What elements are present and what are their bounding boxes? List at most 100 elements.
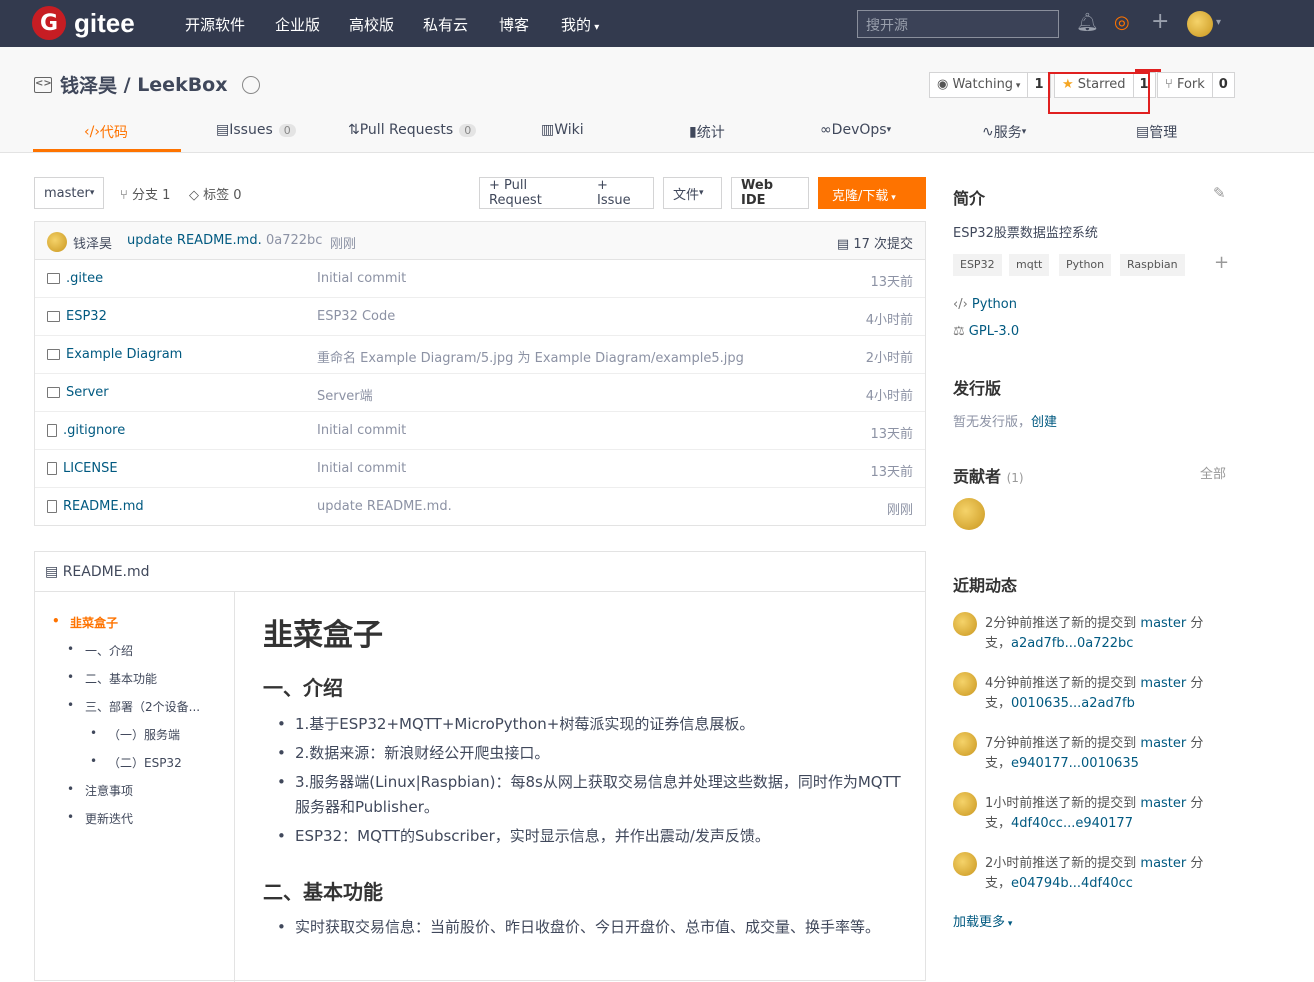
watch-count[interactable]: 1 [1028, 73, 1049, 97]
load-more-link[interactable]: 加载更多 ▾ [953, 911, 1012, 930]
activity-branch-link[interactable]: master [1140, 796, 1186, 811]
topic-tag[interactable]: Python [1059, 254, 1112, 276]
file-commit-message[interactable]: Initial commit [317, 461, 406, 476]
file-commit-message[interactable]: Server端 [317, 385, 373, 404]
activity-commit-range[interactable]: e940177...0010635 [1011, 756, 1139, 771]
file-row[interactable]: Server Server端 4小时前 [35, 374, 925, 412]
activity-branch-link[interactable]: master [1140, 856, 1186, 871]
contributors-all-link[interactable]: 全部 [1200, 463, 1226, 482]
watch-button[interactable]: ◉ Watching ▾ [930, 73, 1029, 97]
create-release-link[interactable]: 创建 [1031, 415, 1057, 430]
file-name[interactable]: README.md [63, 499, 144, 514]
file-row[interactable]: LICENSE Initial commit 13天前 [35, 450, 925, 488]
activity-branch-link[interactable]: master [1140, 616, 1186, 631]
activity-avatar[interactable] [953, 612, 977, 636]
topic-tag[interactable]: Raspbian [1120, 254, 1185, 276]
nav-enterprise[interactable]: 企业版 [275, 14, 320, 35]
files-dropdown[interactable]: 文件 ▾ [663, 177, 722, 209]
tab-code[interactable]: ‹/› 代码 [84, 122, 128, 142]
toc-item[interactable]: 二、基本功能 [67, 670, 157, 687]
file-name[interactable]: .gitee [66, 271, 103, 286]
repo-name-link[interactable]: LeekBox [137, 74, 227, 96]
toc-item[interactable]: 注意事项 [67, 782, 133, 799]
file-name[interactable]: LICENSE [63, 461, 118, 476]
commit-message[interactable]: update README.md. [127, 233, 262, 248]
tab-services[interactable]: ∿ 服务 ▾ [982, 122, 1026, 142]
commit-count-link[interactable]: ▤ 17 次提交 [837, 233, 913, 252]
topic-tag[interactable]: mqtt [1009, 254, 1050, 276]
nav-blog[interactable]: 博客 [499, 14, 529, 35]
bell-icon[interactable]: 🔔︎ [1076, 12, 1099, 33]
file-row[interactable]: Example Diagram 重命名 Example Diagram/5.jpg… [35, 336, 925, 374]
plus-icon[interactable]: + [1151, 9, 1169, 34]
activity-branch-link[interactable]: master [1140, 676, 1186, 691]
file-name[interactable]: Example Diagram [66, 347, 182, 362]
clone-download-button[interactable]: 克隆/下载 ▾ [818, 177, 926, 209]
activity-commit-range[interactable]: 0010635...a2ad7fb [1011, 696, 1135, 711]
branch-select[interactable]: master ▾ [34, 177, 104, 209]
add-tag-icon[interactable]: + [1214, 252, 1229, 273]
fork-button-group[interactable]: ⑂ Fork 0 [1157, 72, 1235, 98]
user-avatar[interactable] [1187, 11, 1213, 37]
readme-title[interactable]: README.md [63, 564, 150, 580]
nav-open-source[interactable]: 开源软件 [185, 14, 245, 35]
commit-author[interactable]: 钱泽昊 [73, 233, 112, 252]
readme-section-intro: 一、介绍 [263, 676, 343, 700]
file-name[interactable]: ESP32 [66, 309, 107, 324]
activity-commit-range[interactable]: a2ad7fb...0a722bc [1011, 636, 1133, 651]
file-commit-message[interactable]: 重命名 Example Diagram/5.jpg 为 Example Diag… [317, 347, 744, 366]
file-name[interactable]: Server [66, 385, 109, 400]
tab-devops[interactable]: ∞ DevOps ▾ [820, 122, 891, 138]
tab-wiki[interactable]: ▥ Wiki [541, 122, 584, 138]
toc-item[interactable]: 三、部署（2个设备... [67, 698, 200, 715]
contributor-avatar[interactable] [953, 498, 985, 530]
fork-count[interactable]: 0 [1213, 73, 1234, 97]
gitee-logo[interactable]: G gitee [32, 6, 135, 40]
nav-private-cloud[interactable]: 私有云 [423, 14, 468, 35]
new-pull-request-button[interactable]: + Pull Request [479, 177, 589, 209]
tab-issues[interactable]: ▤ Issues 0 [216, 122, 296, 138]
tags-link[interactable]: ◇ 标签 0 [189, 184, 242, 203]
commit-hash[interactable]: 0a722bc [266, 233, 322, 248]
commit-author-avatar[interactable] [47, 232, 67, 252]
fork-button[interactable]: ⑂ Fork [1158, 73, 1213, 97]
toc-item[interactable]: 更新迭代 [67, 810, 133, 827]
license-link[interactable]: GPL-3.0 [969, 324, 1019, 339]
file-row[interactable]: README.md update README.md. 刚刚 [35, 488, 925, 526]
search-input[interactable]: 搜开源 [857, 10, 1059, 38]
web-ide-button[interactable]: Web IDE [731, 177, 809, 209]
activity-avatar[interactable] [953, 792, 977, 816]
activity-avatar[interactable] [953, 672, 977, 696]
file-name[interactable]: .gitignore [63, 423, 125, 438]
activity-avatar[interactable] [953, 852, 977, 876]
repo-owner-link[interactable]: 钱泽昊 [60, 71, 117, 98]
language-link[interactable]: Python [972, 297, 1017, 312]
file-commit-message[interactable]: ESP32 Code [317, 309, 395, 324]
chevron-down-icon[interactable]: ▾ [1216, 17, 1221, 28]
toc-item[interactable]: （二）ESP32 [90, 754, 182, 771]
toc-item[interactable]: （一）服务端 [90, 726, 180, 743]
tab-manage[interactable]: ▤ 管理 [1136, 122, 1177, 142]
activity-commit-range[interactable]: 4df40cc...e940177 [1011, 816, 1133, 831]
file-commit-message[interactable]: update README.md. [317, 499, 452, 514]
lightbulb-icon[interactable]: ◎ [1114, 12, 1130, 33]
tab-stats[interactable]: ▮ 统计 [689, 122, 725, 142]
toc-item[interactable]: 一、介绍 [67, 642, 133, 659]
activity-branch-link[interactable]: master [1140, 736, 1186, 751]
file-row[interactable]: .gitee Initial commit 13天前 [35, 260, 925, 298]
nav-mine[interactable]: 我的 ▾ [561, 14, 599, 35]
activity-avatar[interactable] [953, 732, 977, 756]
file-commit-message[interactable]: Initial commit [317, 271, 406, 286]
nav-education[interactable]: 高校版 [349, 14, 394, 35]
file-commit-message[interactable]: Initial commit [317, 423, 406, 438]
tab-pull-requests[interactable]: ⇅ Pull Requests 0 [348, 122, 477, 138]
branches-link[interactable]: ⑂ 分支 1 [120, 184, 170, 203]
toc-item[interactable]: 韭菜盒子 [52, 614, 118, 631]
activity-commit-range[interactable]: e04794b...4df40cc [1011, 876, 1133, 891]
edit-icon[interactable]: ✎ [1213, 184, 1226, 202]
file-row[interactable]: ESP32 ESP32 Code 4小时前 [35, 298, 925, 336]
watch-button-group[interactable]: ◉ Watching ▾ 1 [929, 72, 1051, 98]
topic-tag[interactable]: ESP32 [953, 254, 1002, 276]
new-issue-button[interactable]: + Issue [588, 177, 654, 209]
file-row[interactable]: .gitignore Initial commit 13天前 [35, 412, 925, 450]
